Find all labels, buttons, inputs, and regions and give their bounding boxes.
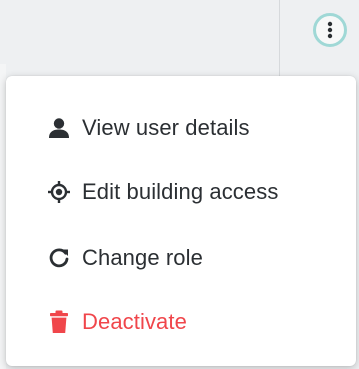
kebab-vertical-icon <box>327 21 333 39</box>
user-icon <box>46 115 72 141</box>
menu-item-label: Change role <box>82 245 203 270</box>
menu-item-label: Deactivate <box>82 309 187 334</box>
menu-item-view-user-details[interactable]: View user details <box>6 100 356 156</box>
menu-item-label: Edit building access <box>82 179 279 204</box>
menu-item-change-role[interactable]: Change role <box>6 230 356 286</box>
more-actions-button[interactable] <box>313 13 347 47</box>
actions-menu: View user details Edit building access C… <box>6 76 356 366</box>
location-target-icon <box>46 179 72 205</box>
refresh-icon <box>46 245 72 271</box>
menu-item-deactivate[interactable]: Deactivate <box>6 294 356 350</box>
menu-item-label: View user details <box>82 115 250 140</box>
menu-item-edit-building-access[interactable]: Edit building access <box>6 164 356 220</box>
top-bar <box>0 0 359 64</box>
trash-icon <box>46 309 72 335</box>
column-divider <box>279 0 280 78</box>
